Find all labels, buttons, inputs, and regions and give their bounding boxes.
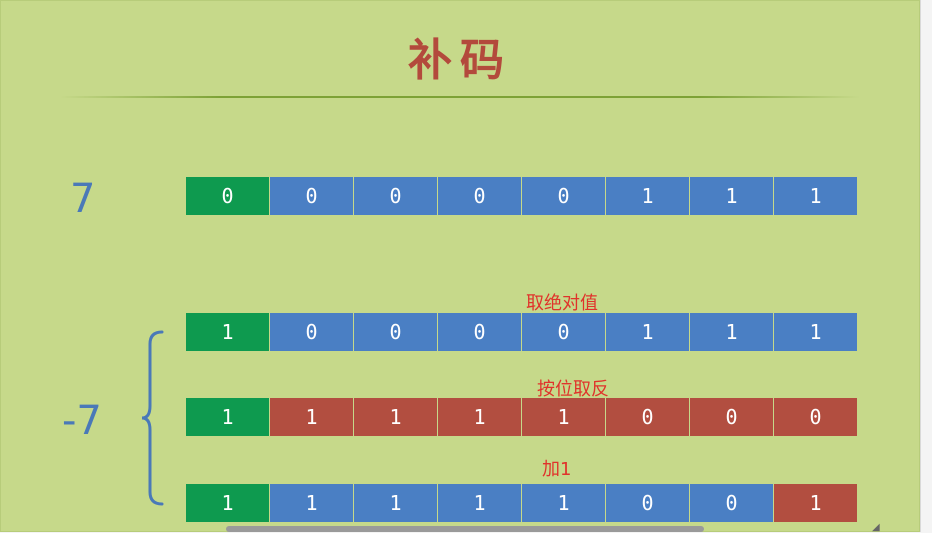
bit-cell: 1 (438, 398, 521, 436)
bit-cell: 1 (774, 484, 857, 522)
slide-title: 补码 (408, 35, 512, 86)
note-add-one: 加1 (542, 459, 572, 480)
label-negative-seven: -7 (62, 398, 102, 444)
bit-cell: 0 (522, 177, 605, 215)
bit-cell: 0 (354, 177, 437, 215)
bit-cell: 1 (270, 484, 353, 522)
note-absolute-value: 取绝对值 (526, 293, 598, 314)
bit-cell: 0 (690, 484, 773, 522)
bit-cell: 0 (606, 484, 689, 522)
bit-cell: 0 (186, 177, 269, 215)
bit-cell: 1 (186, 313, 269, 351)
label-positive-seven: 7 (70, 176, 96, 222)
bit-cell: 0 (774, 398, 857, 436)
bit-cell: 0 (270, 313, 353, 351)
bit-cell: 1 (606, 177, 689, 215)
slide: 补码 7 -7 0 0 0 0 0 1 1 1 取绝对值 1 0 0 0 0 1… (0, 0, 920, 532)
bit-row-inverted: 1 1 1 1 1 0 0 0 (186, 398, 857, 436)
bit-row-absolute: 1 0 0 0 0 1 1 1 (186, 313, 857, 351)
bit-cell: 0 (354, 313, 437, 351)
bit-cell: 1 (186, 398, 269, 436)
bit-row-twos-complement: 1 1 1 1 1 0 0 1 (186, 484, 857, 522)
bit-cell: 0 (438, 177, 521, 215)
bit-cell: 1 (774, 313, 857, 351)
bit-cell: 0 (438, 313, 521, 351)
bit-cell: 0 (522, 313, 605, 351)
horizontal-scrollbar[interactable] (226, 526, 704, 532)
bit-row-positive: 0 0 0 0 0 1 1 1 (186, 177, 857, 215)
bit-cell: 1 (270, 398, 353, 436)
bit-cell: 1 (774, 177, 857, 215)
title-divider (60, 96, 860, 98)
curly-brace-icon (141, 330, 164, 506)
window-gutter (920, 0, 932, 532)
bit-cell: 0 (270, 177, 353, 215)
bit-cell: 1 (186, 484, 269, 522)
bit-cell: 1 (522, 484, 605, 522)
bit-cell: 0 (690, 398, 773, 436)
bit-cell: 1 (690, 313, 773, 351)
bit-cell: 1 (354, 484, 437, 522)
bit-cell: 1 (438, 484, 521, 522)
bit-cell: 1 (354, 398, 437, 436)
resize-grip-icon[interactable]: ◢ (872, 522, 892, 533)
bit-cell: 0 (606, 398, 689, 436)
bit-cell: 1 (522, 398, 605, 436)
bit-cell: 1 (690, 177, 773, 215)
bit-cell: 1 (606, 313, 689, 351)
